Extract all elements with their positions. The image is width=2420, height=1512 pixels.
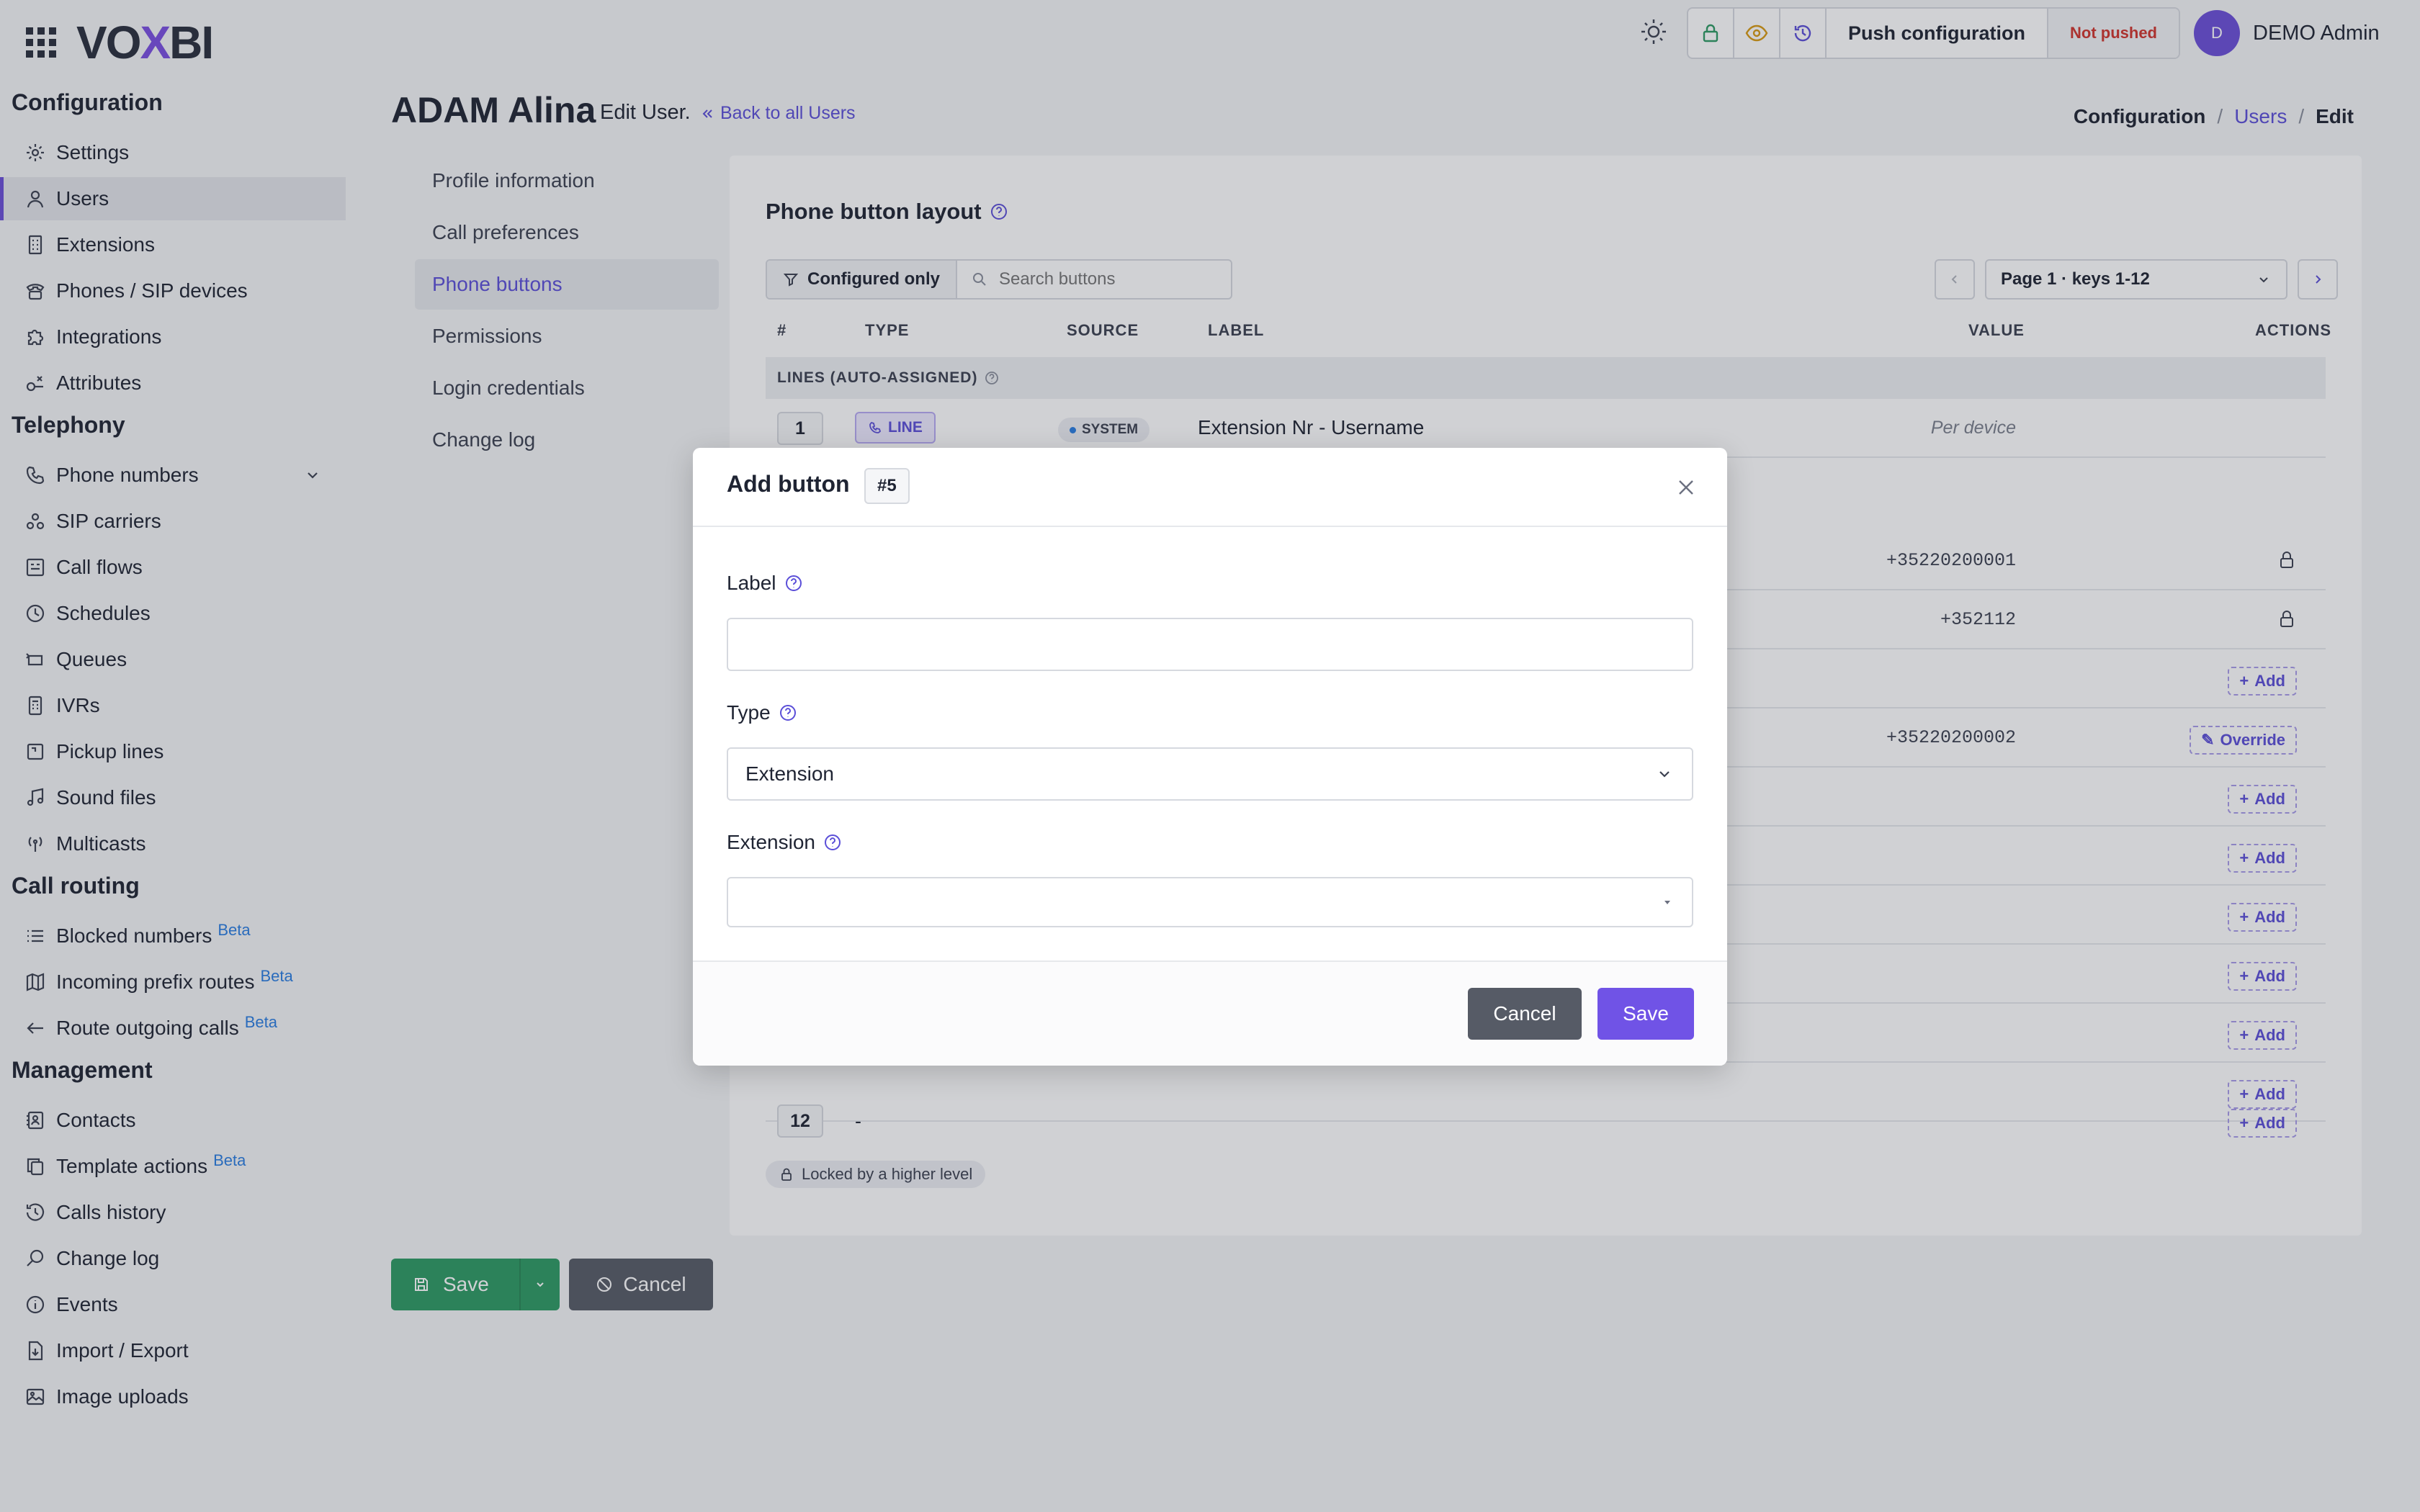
- add-button-dialog: Add button #5 Label Type Extension Exten…: [693, 448, 1727, 1066]
- type-field-text: Type: [727, 701, 771, 724]
- help-icon[interactable]: [824, 834, 841, 851]
- type-select[interactable]: Extension: [727, 747, 1693, 801]
- label-field-text: Label: [727, 572, 776, 594]
- dialog-cancel-button[interactable]: Cancel: [1468, 988, 1582, 1040]
- dialog-save-button[interactable]: Save: [1597, 988, 1694, 1040]
- dialog-header: Add button #5: [693, 448, 1727, 527]
- label-input[interactable]: [727, 618, 1693, 671]
- type-select-value: Extension: [745, 762, 834, 785]
- button-position-badge: #5: [864, 468, 910, 504]
- extension-field-text: Extension: [727, 831, 815, 853]
- extension-select[interactable]: [727, 877, 1693, 927]
- dialog-footer: Cancel Save: [693, 960, 1727, 1066]
- help-icon[interactable]: [785, 575, 802, 592]
- chevron-down-icon: [1654, 764, 1675, 784]
- extension-field-label: Extension: [727, 831, 841, 854]
- close-icon[interactable]: [1674, 475, 1698, 500]
- dialog-title: Add button: [727, 471, 850, 497]
- caret-down-icon: [1660, 895, 1675, 909]
- label-field-label: Label: [727, 572, 802, 595]
- help-icon[interactable]: [779, 704, 797, 721]
- type-field-label: Type: [727, 701, 797, 724]
